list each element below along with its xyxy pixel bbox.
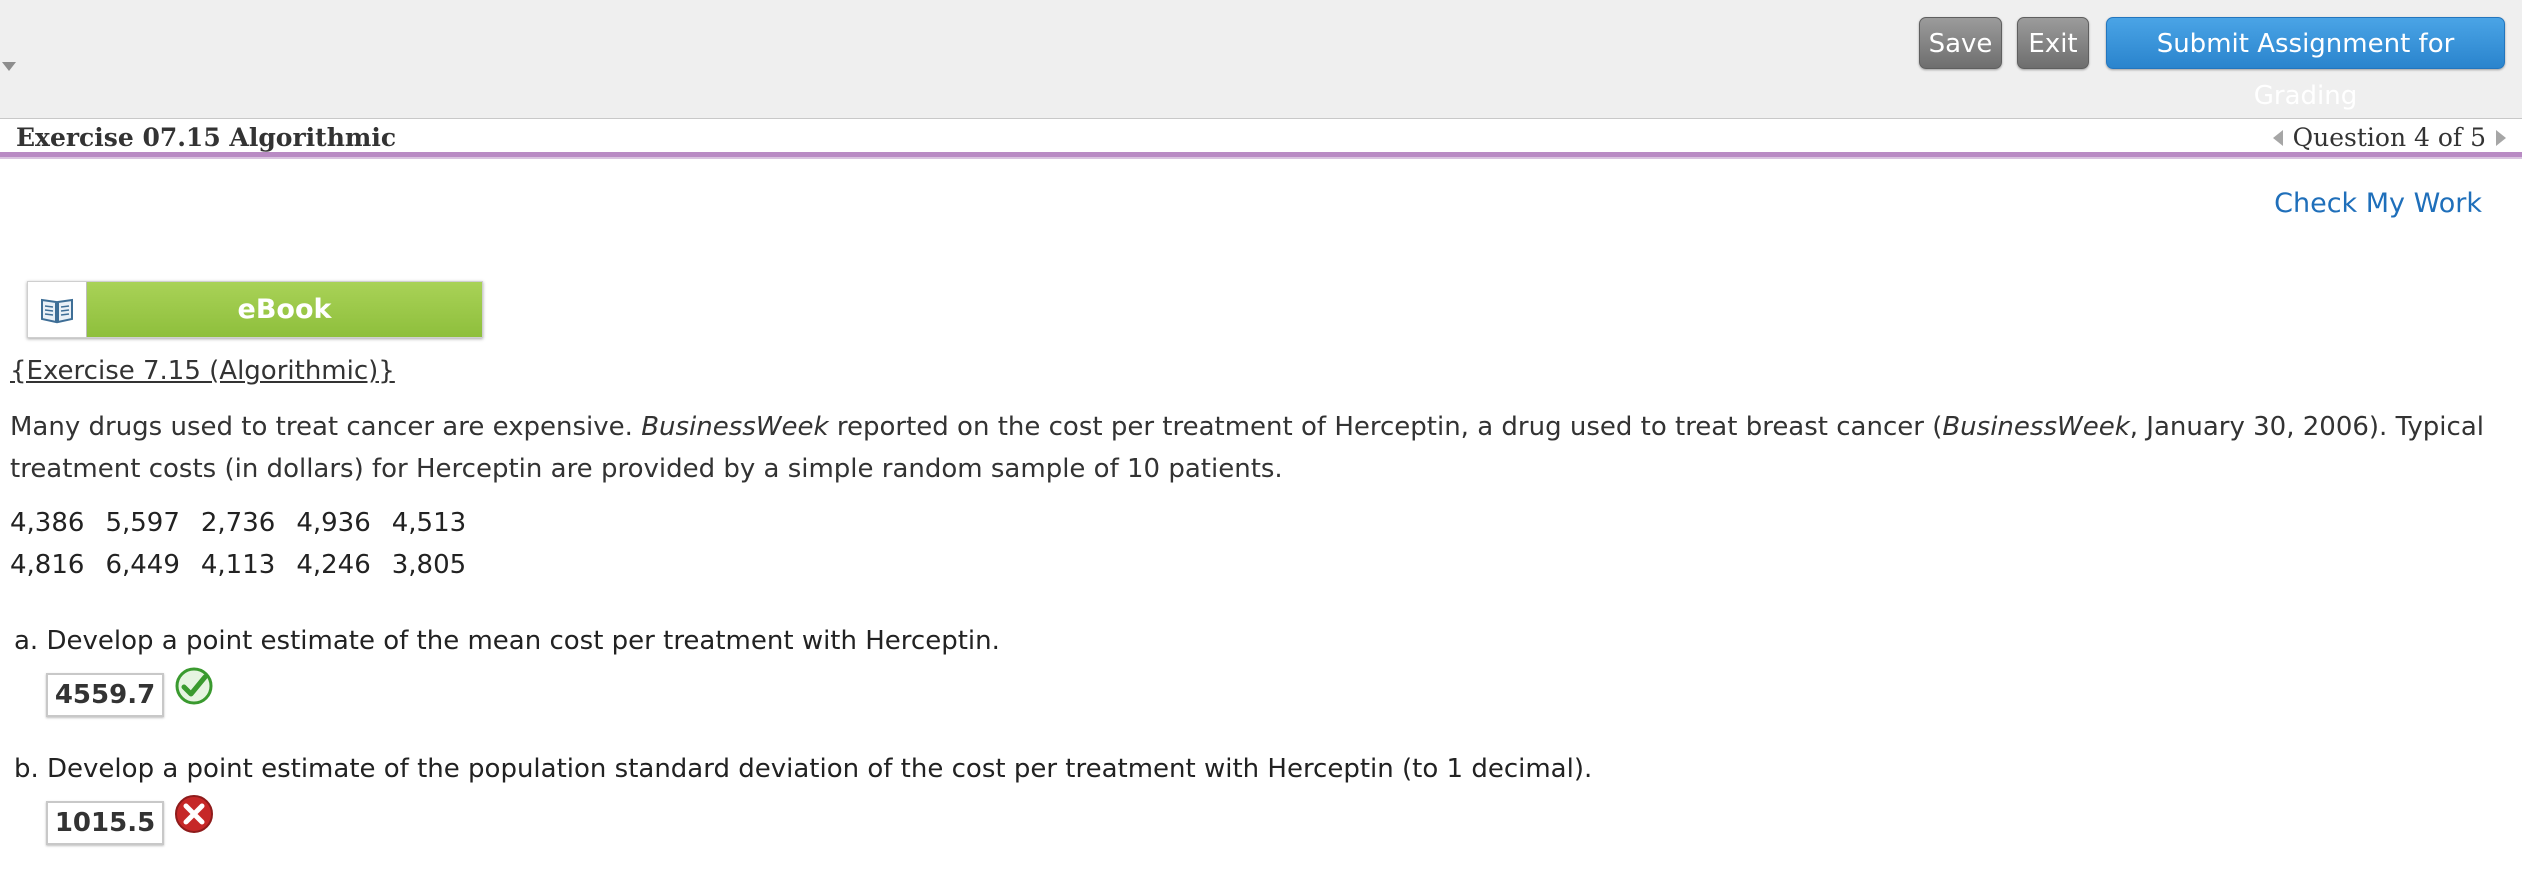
question-b-label: b. Develop a point estimate of the popul…	[14, 754, 1593, 784]
exercise-title: Exercise 07.15 Algorithmic	[16, 123, 397, 152]
table-cell: 2,736	[200, 508, 276, 538]
table-cell: 4,513	[391, 508, 467, 538]
collapse-arrow-icon[interactable]	[2, 62, 16, 71]
header-divider	[0, 152, 2522, 159]
publication-name: BusinessWeek	[641, 412, 829, 442]
table-cell: 5,597	[105, 508, 180, 538]
ebook-label: eBook	[87, 282, 482, 337]
exercise-reference-link[interactable]: {Exercise 7.15 (Algorithmic)}	[10, 356, 395, 386]
table-cell: 4,816	[10, 550, 85, 580]
save-button[interactable]: Save	[1919, 17, 2002, 69]
previous-question-icon[interactable]	[2272, 129, 2283, 146]
table-cell: 4,246	[296, 550, 371, 580]
next-question-icon[interactable]	[2496, 129, 2506, 146]
problem-text-part: reported on the cost per treatment of He…	[828, 412, 1943, 442]
problem-statement: Many drugs used to treat cancer are expe…	[10, 406, 2500, 490]
question-navigator: Question 4 of 5	[2272, 123, 2506, 152]
problem-text-part: Many drugs used to treat cancer are expe…	[10, 412, 642, 442]
table-row: 4,816 6,449 4,113 4,246 3,805	[10, 544, 487, 586]
publication-name: BusinessWeek	[1942, 412, 2130, 442]
correct-check-icon	[175, 667, 213, 705]
table-cell: 3,805	[391, 550, 467, 580]
check-my-work-link[interactable]: Check My Work	[2274, 188, 2482, 219]
table-cell: 4,113	[200, 550, 276, 580]
sample-data-table: 4,386 5,597 2,736 4,936 4,513 4,816 6,44…	[10, 502, 487, 586]
incorrect-x-icon	[175, 795, 213, 833]
top-toolbar: Save Exit Submit Assignment for Grading	[0, 0, 2522, 119]
submit-assignment-button[interactable]: Submit Assignment for Grading	[2106, 17, 2505, 111]
answer-b-field[interactable]: 1015.5	[46, 801, 164, 845]
table-cell: 6,449	[105, 550, 180, 580]
table-cell: 4,386	[10, 508, 85, 538]
answer-a-field[interactable]: 4559.7	[46, 673, 164, 717]
table-cell: 4,936	[296, 508, 371, 538]
question-counter: Question 4 of 5	[2292, 123, 2486, 152]
exit-button[interactable]: Exit	[2017, 17, 2089, 69]
open-book-icon	[28, 282, 87, 337]
question-a-label: a. Develop a point estimate of the mean …	[14, 626, 1000, 656]
ebook-button[interactable]: eBook	[27, 281, 483, 338]
table-row: 4,386 5,597 2,736 4,936 4,513	[10, 502, 487, 544]
